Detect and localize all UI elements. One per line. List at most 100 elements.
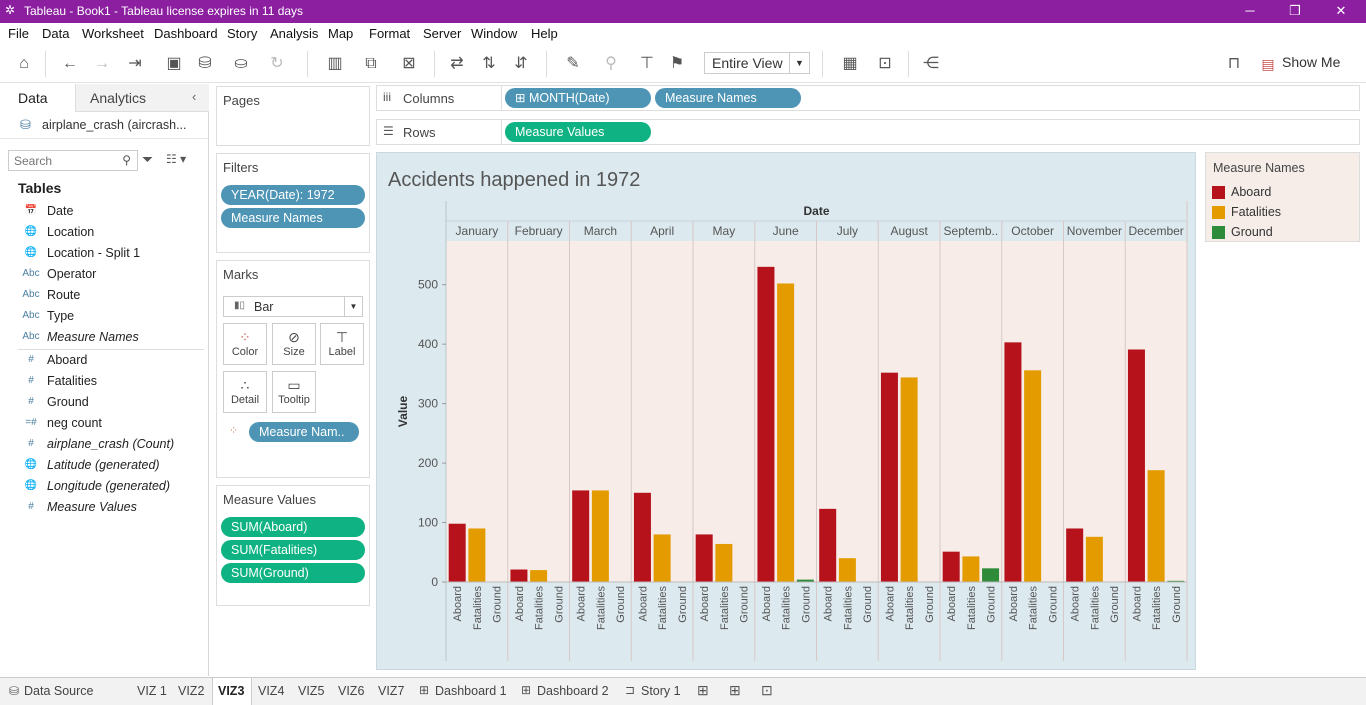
menu-map[interactable]: Map	[328, 26, 353, 41]
filter-icon[interactable]: ⏷	[142, 151, 153, 168]
close-button[interactable]: ✕	[1331, 2, 1351, 20]
tab-viz3[interactable]: VIZ3	[218, 684, 244, 698]
redo-icon[interactable]: →	[90, 53, 114, 75]
tab-story1[interactable]: Story 1	[641, 684, 681, 698]
swap-rows-columns-icon[interactable]: ⇄	[446, 53, 468, 75]
tab-viz7[interactable]: VIZ7	[378, 684, 404, 698]
measure-field[interactable]: =# neg count	[0, 413, 205, 433]
tab-viz6[interactable]: VIZ6	[338, 684, 364, 698]
undo-icon[interactable]: ←	[58, 53, 82, 75]
filter-pill-year[interactable]: YEAR(Date): 1972	[221, 185, 365, 205]
marks-detail-button[interactable]: ∴ Detail	[223, 371, 267, 413]
new-worksheet-icon[interactable]: ▥	[318, 53, 352, 75]
fix-axes-icon[interactable]: ⚑	[666, 53, 688, 75]
pause-updates-icon[interactable]: ⛀	[226, 53, 256, 75]
viz-area[interactable]: Accidents happened in 1972 Date Value 0 100 2…	[376, 152, 1196, 670]
legend-swatch	[1212, 226, 1225, 239]
share-icon[interactable]: ⋲	[920, 53, 942, 75]
dimension-field[interactable]: 🌐 Location	[0, 222, 205, 242]
marks-tooltip-button[interactable]: ▭ Tooltip	[272, 371, 316, 413]
menu-file[interactable]: File	[8, 26, 29, 41]
sort-ascending-icon[interactable]: ⇅	[478, 53, 500, 75]
new-worksheet-icon[interactable]: ⊞	[697, 682, 709, 699]
marks-color-button[interactable]: ⁘ Color	[223, 323, 267, 365]
search-input[interactable]	[14, 151, 118, 170]
menu-data[interactable]: Data	[42, 26, 69, 41]
menu-analysis[interactable]: Analysis	[270, 26, 318, 41]
show-me-button[interactable]: Show Me	[1282, 54, 1340, 70]
measure-field[interactable]: # Measure Values	[0, 497, 205, 517]
columns-pill-month[interactable]: ⊞ MONTH(Date)	[505, 88, 651, 108]
rows-pill-measure-values[interactable]: Measure Values	[505, 122, 651, 142]
clear-sheet-icon[interactable]: ⊠	[392, 53, 426, 75]
new-datasource-icon[interactable]: ⛁	[194, 53, 216, 75]
search-box[interactable]: ⚲	[8, 150, 138, 171]
dimension-field[interactable]: 📅 Date	[0, 201, 205, 221]
fit-select[interactable]: Entire View ▼	[704, 52, 810, 74]
new-dashboard-icon[interactable]: ⊞	[729, 682, 741, 699]
menu-worksheet[interactable]: Worksheet	[82, 26, 144, 41]
group-members-icon[interactable]: ⚲	[596, 53, 626, 75]
paint-format-icon[interactable]: ⊓	[1222, 53, 1246, 75]
measure-pill-aboard[interactable]: SUM(Aboard)	[221, 517, 365, 537]
menu-bar: File Data Worksheet Dashboard Story Anal…	[0, 23, 1366, 45]
filter-pill-measure-names[interactable]: Measure Names	[221, 208, 365, 228]
rows-shelf[interactable]: ☰ Rows Measure Values	[376, 119, 1360, 145]
show-mark-labels-icon[interactable]: ⊤	[636, 53, 658, 75]
tab-dashboard1[interactable]: Dashboard 1	[435, 684, 507, 698]
field-name: Aboard	[47, 353, 88, 367]
filters-card[interactable]: Filters YEAR(Date): 1972 Measure Names	[216, 153, 370, 253]
menu-format[interactable]: Format	[369, 26, 410, 41]
dimension-field[interactable]: Abc Type	[0, 306, 205, 326]
pages-card[interactable]: Pages	[216, 86, 370, 146]
bar-chart[interactable]: Accidents happened in 1972 Date Value 0 100 2…	[377, 153, 1197, 671]
mark-type-select[interactable]: ▮▯ Bar ▼	[223, 296, 363, 317]
menu-story[interactable]: Story	[227, 26, 257, 41]
sort-descending-icon[interactable]: ⇵	[510, 53, 532, 75]
tab-data[interactable]: Data	[18, 90, 48, 106]
dimension-field[interactable]: Abc Measure Names	[0, 327, 205, 347]
menu-window[interactable]: Window	[471, 26, 517, 41]
show-cards-icon[interactable]: ▦	[832, 53, 868, 75]
dimension-field[interactable]: Abc Operator	[0, 264, 205, 284]
measure-pill-fatalities[interactable]: SUM(Fatalities)	[221, 540, 365, 560]
refresh-icon[interactable]: ↻	[264, 53, 290, 75]
datasource-name[interactable]: airplane_crash (aircrash...	[42, 118, 187, 132]
measure-field[interactable]: # Fatalities	[0, 371, 205, 391]
columns-pill-measure-names[interactable]: Measure Names	[655, 88, 801, 108]
measure-field[interactable]: # Aboard	[0, 350, 205, 370]
dimension-field[interactable]: Abc Route	[0, 285, 205, 305]
tab-viz1[interactable]: VIZ 1	[137, 684, 167, 698]
menu-help[interactable]: Help	[531, 26, 558, 41]
home-icon[interactable]: ⌂	[12, 53, 36, 75]
menu-server[interactable]: Server	[423, 26, 461, 41]
dimension-field[interactable]: 🌐 Location - Split 1	[0, 243, 205, 263]
marks-size-button[interactable]: ⊘ Size	[272, 323, 316, 365]
highlight-icon[interactable]: ✎	[558, 53, 588, 75]
replay-icon[interactable]: ⇥	[120, 53, 150, 75]
tab-viz2[interactable]: VIZ2	[178, 684, 204, 698]
measure-field[interactable]: 🌐 Longitude (generated)	[0, 476, 205, 496]
collapse-pane-icon[interactable]: ‹	[192, 89, 196, 104]
new-story-icon[interactable]: ⊡	[761, 682, 773, 699]
color-legend[interactable]: Measure Names Aboard Fatalities Ground	[1205, 152, 1360, 242]
measure-pill-ground[interactable]: SUM(Ground)	[221, 563, 365, 583]
tab-viz5[interactable]: VIZ5	[298, 684, 324, 698]
measure-field[interactable]: # Ground	[0, 392, 205, 412]
marks-label-button[interactable]: ⊤ Label	[320, 323, 364, 365]
duplicate-sheet-icon[interactable]: ⧉	[360, 53, 382, 75]
menu-dashboard[interactable]: Dashboard	[154, 26, 218, 41]
restore-button[interactable]: ❐	[1285, 2, 1305, 20]
tab-analytics[interactable]: Analytics	[90, 90, 146, 106]
columns-shelf[interactable]: iii Columns ⊞ MONTH(Date) Measure Names	[376, 85, 1360, 111]
tab-viz4[interactable]: VIZ4	[258, 684, 284, 698]
minimize-button[interactable]: ─	[1240, 2, 1260, 20]
presentation-mode-icon[interactable]: ⊡	[874, 53, 896, 75]
measure-field[interactable]: # airplane_crash (Count)	[0, 434, 205, 454]
tab-data-source[interactable]: Data Source	[24, 684, 93, 698]
save-icon[interactable]: ▣	[163, 53, 185, 75]
measure-field[interactable]: 🌐 Latitude (generated)	[0, 455, 205, 475]
color-pill-measure-names[interactable]: Measure Nam..	[249, 422, 359, 442]
tab-dashboard2[interactable]: Dashboard 2	[537, 684, 609, 698]
view-options-icon[interactable]: ☷ ▾	[166, 152, 186, 166]
